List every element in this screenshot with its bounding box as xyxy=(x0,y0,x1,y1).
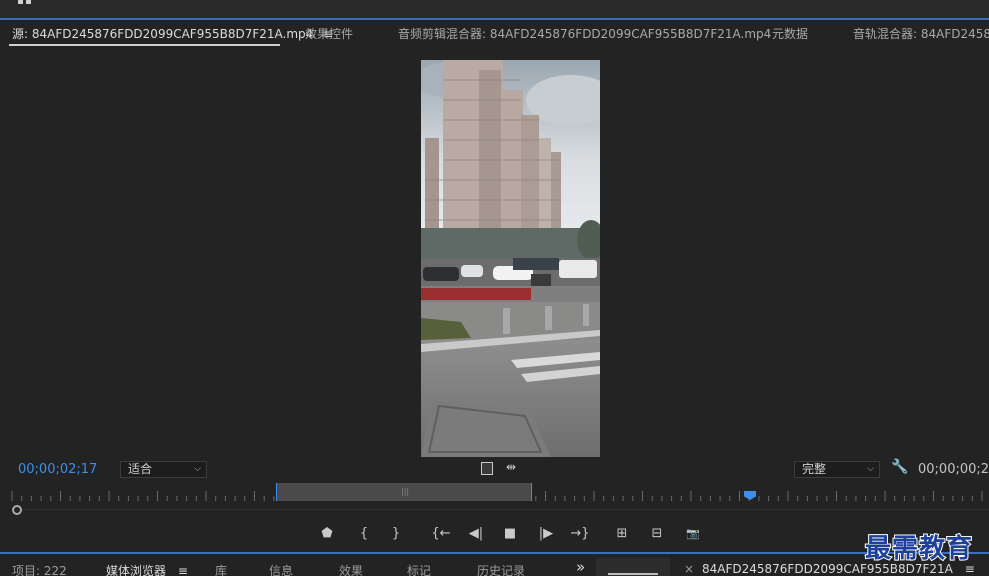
overwrite-button[interactable]: ⊟ xyxy=(646,524,668,544)
tab-markers[interactable]: 标记 xyxy=(407,562,431,576)
chevron-down-icon: ⌵ xyxy=(194,464,201,474)
insert-button[interactable]: ⊞ xyxy=(611,524,633,544)
tab-underline xyxy=(608,573,658,575)
bottom-panel-border xyxy=(0,552,989,554)
step-forward-button[interactable]: |▶ xyxy=(535,524,557,544)
scrollbar-track xyxy=(22,509,989,510)
zoom-select-value: 适合 xyxy=(128,462,153,476)
tab-project[interactable]: 项目: 222 xyxy=(12,562,67,576)
active-tab-underline xyxy=(9,44,280,46)
scrollbar-knob[interactable] xyxy=(12,505,22,515)
close-sequence-icon[interactable]: × xyxy=(684,562,694,576)
mark-in-button[interactable]: { xyxy=(353,524,375,544)
add-marker-button[interactable]: ⬟ xyxy=(316,524,338,544)
tab-history[interactable]: 历史记录 xyxy=(477,562,525,576)
stop-button[interactable]: ■ xyxy=(499,524,521,544)
timeline-panel-header xyxy=(596,558,670,576)
tab-source-label: 源: 84AFD245876FDD2099CAF955B8D7F21A.mp4 xyxy=(12,27,314,41)
insert-icon: ⊞ xyxy=(616,526,628,541)
overwrite-icon: ⊟ xyxy=(651,526,663,541)
in-out-range[interactable]: ||| xyxy=(276,483,532,501)
resolution-select-value: 完整 xyxy=(802,462,827,476)
zoom-scrollbar[interactable] xyxy=(0,503,989,517)
top-strip xyxy=(0,0,989,18)
drag-video-audio-icon[interactable]: ⇹ xyxy=(506,460,516,474)
tab-audio-clip-mixer[interactable]: 音频剪辑混合器: 84AFD245876FDD2099CAF955B8D7F21… xyxy=(398,25,771,45)
mark-out-icon: } xyxy=(391,526,401,541)
current-timecode[interactable]: 00;00;02;17 xyxy=(18,462,97,477)
zoom-select[interactable]: 适合 ⌵ xyxy=(120,461,207,478)
add-marker-icon: ⬟ xyxy=(321,526,333,541)
panel-menu-icon[interactable]: ≡ xyxy=(178,564,188,576)
tab-library[interactable]: 库 xyxy=(215,562,227,576)
mark-out-button[interactable]: } xyxy=(385,524,407,544)
step-back-icon: ◀| xyxy=(468,526,484,541)
playback-resolution-select[interactable]: 完整 ⌵ xyxy=(794,461,880,478)
more-tabs-icon[interactable]: » xyxy=(576,558,585,576)
go-to-out-button[interactable]: →} xyxy=(569,524,591,544)
step-back-button[interactable]: ◀| xyxy=(465,524,487,544)
export-frame-icon: 📷 xyxy=(686,527,700,540)
project-panel-tabs: 项目: 222 媒体浏览器 ≡ 库 信息 效果 标记 历史记录 » × 84AF… xyxy=(0,556,989,576)
drag-grip-icon[interactable] xyxy=(18,0,32,4)
tab-source[interactable]: 源: 84AFD245876FDD2099CAF955B8D7F21A.mp4 ≡ xyxy=(12,25,333,45)
tab-effects[interactable]: 效果 xyxy=(339,562,363,576)
watermark-logo: 最需教育 xyxy=(864,533,974,565)
mark-in-icon: { xyxy=(359,526,369,541)
video-frame[interactable] xyxy=(421,60,600,457)
go-to-out-icon: →} xyxy=(570,526,590,541)
monitor-controls: 00;00;02;17 适合 ⌵ ⇹ 完整 ⌵ 🔧 00;00;00;26 xyxy=(0,458,989,482)
wrench-icon[interactable]: 🔧 xyxy=(891,459,908,475)
stop-icon: ■ xyxy=(503,526,517,541)
step-forward-icon: |▶ xyxy=(538,526,554,541)
time-ruler[interactable]: ||| xyxy=(0,483,989,503)
video-frame-image xyxy=(421,60,600,457)
range-grip-icon[interactable]: ||| xyxy=(401,487,409,496)
chevron-down-icon: ⌵ xyxy=(867,464,874,474)
tab-info[interactable]: 信息 xyxy=(269,562,293,576)
go-to-in-icon: {← xyxy=(431,526,451,541)
go-to-in-button[interactable]: {← xyxy=(430,524,452,544)
export-frame-button[interactable]: 📷 xyxy=(682,524,704,544)
safe-margins-icon[interactable] xyxy=(481,462,493,475)
tab-metadata[interactable]: 元数据 xyxy=(772,25,808,45)
tab-media-browser-label: 媒体浏览器 xyxy=(106,564,167,576)
duration-timecode: 00;00;00;26 xyxy=(918,462,989,477)
tab-media-browser[interactable]: 媒体浏览器 ≡ xyxy=(106,562,188,576)
tab-effect-controls[interactable]: 效果控件 xyxy=(305,25,353,45)
tab-audio-track-mixer[interactable]: 音轨混合器: 84AFD2458 xyxy=(853,25,989,45)
transport-controls: ⬟ {} {← ◀| ■ |▶ →} ⊞ ⊟ 📷 xyxy=(0,522,989,546)
